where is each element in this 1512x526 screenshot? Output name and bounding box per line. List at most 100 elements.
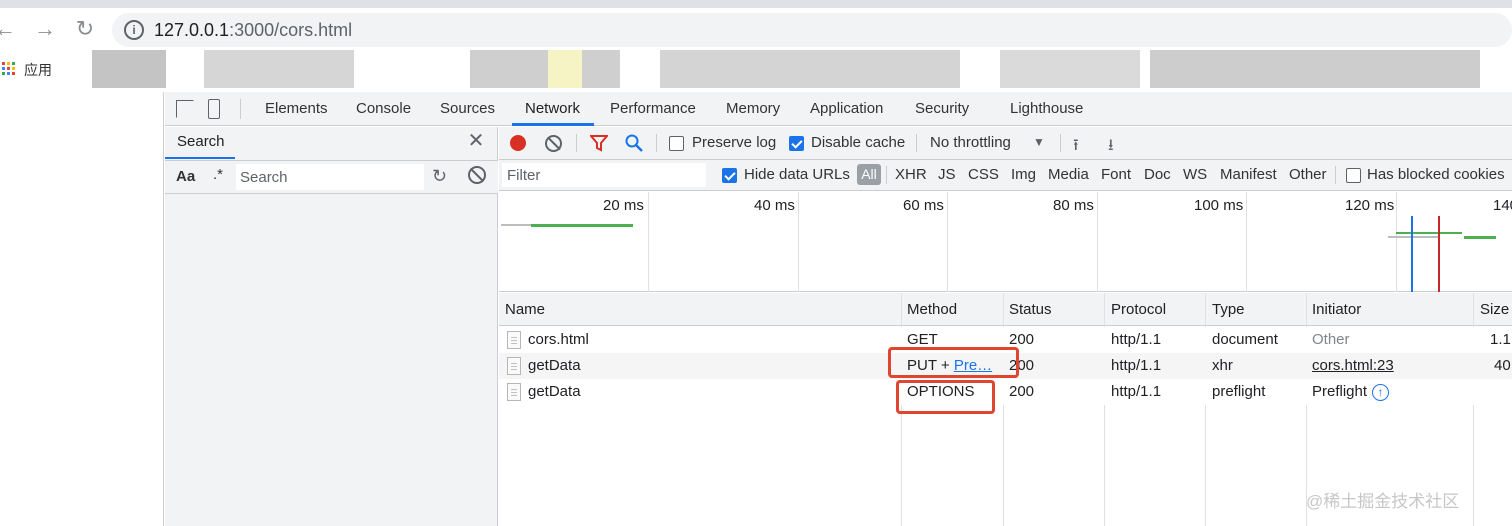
tab-console[interactable]: Console: [356, 92, 411, 126]
document-icon: [507, 383, 521, 401]
overview-gridline: [1097, 192, 1098, 292]
blurred-bookmark: [470, 50, 620, 88]
overview-tick-label: 120 ms: [1345, 197, 1395, 214]
column-header-initiator[interactable]: Initiator: [1312, 301, 1361, 318]
request-name[interactable]: cors.html: [528, 331, 589, 349]
forward-arrow-icon[interactable]: →: [34, 18, 56, 40]
overview-waiting-bar: [1388, 236, 1438, 238]
hide-data-urls-checkbox[interactable]: [722, 168, 737, 183]
request-status: 200: [1009, 383, 1035, 400]
blurred-bookmark: [660, 50, 960, 88]
overview-tick-label: 100 ms: [1194, 197, 1244, 214]
request-initiator[interactable]: cors.html:23: [1312, 357, 1394, 375]
request-type: preflight: [1212, 383, 1266, 400]
record-icon[interactable]: [510, 135, 526, 151]
filter-type-font[interactable]: Font: [1101, 166, 1131, 184]
blurred-bookmark: [1150, 50, 1480, 88]
column-header-method[interactable]: Method: [907, 301, 957, 318]
request-size: 40: [1494, 357, 1511, 374]
blocked-cookies-checkbox[interactable]: [1346, 168, 1361, 183]
filter-input[interactable]: [502, 163, 706, 187]
filter-type-manifest[interactable]: Manifest: [1220, 166, 1277, 184]
column-header-name[interactable]: Name: [505, 301, 545, 318]
inspect-element-icon[interactable]: [176, 100, 194, 118]
import-har-icon[interactable]: ⭱: [1073, 134, 1079, 161]
overview-waiting-bar: [501, 224, 531, 226]
refresh-icon[interactable]: ↻: [432, 166, 447, 187]
column-header-protocol[interactable]: Protocol: [1111, 301, 1166, 318]
filter-icon[interactable]: [590, 134, 608, 152]
tab-memory[interactable]: Memory: [726, 92, 780, 126]
toolbar-separator: [576, 134, 577, 152]
request-name[interactable]: getData: [528, 383, 581, 401]
tab-separator: [240, 99, 241, 119]
request-type: xhr: [1212, 357, 1233, 374]
filter-type-css[interactable]: CSS: [968, 166, 999, 184]
search-input[interactable]: [236, 164, 424, 190]
tab-application[interactable]: Application: [810, 92, 883, 126]
request-size: 1.1: [1490, 331, 1511, 348]
column-header-type[interactable]: Type: [1212, 301, 1245, 318]
preflight-jump-icon[interactable]: ↑: [1372, 384, 1389, 401]
hide-data-urls-label[interactable]: Hide data URLs: [744, 166, 850, 184]
tab-security[interactable]: Security: [915, 92, 969, 126]
device-toolbar-icon[interactable]: [208, 99, 220, 119]
filter-type-all[interactable]: All: [857, 164, 881, 185]
filter-type-xhr[interactable]: XHR: [895, 166, 927, 184]
overview-tick-label: 60 ms: [903, 197, 944, 214]
preserve-log-checkbox[interactable]: [669, 136, 684, 151]
blurred-bookmark: [548, 50, 582, 88]
watermark: @稀土掘金技术社区: [1306, 492, 1460, 511]
filter-type-img[interactable]: Img: [1011, 166, 1036, 184]
overview-gridline: [1396, 192, 1397, 292]
throttling-select[interactable]: No throttling: [930, 134, 1011, 152]
url-text[interactable]: 127.0.0.1:3000/cors.html: [154, 18, 352, 42]
window-top-strip: [0, 0, 1512, 8]
disable-cache-checkbox[interactable]: [789, 136, 804, 151]
clear-icon[interactable]: [468, 166, 486, 184]
preserve-log-label[interactable]: Preserve log: [692, 134, 776, 152]
export-har-icon[interactable]: ⭳: [1108, 134, 1114, 161]
overview-gridline: [648, 192, 649, 292]
tab-performance[interactable]: Performance: [610, 92, 696, 126]
blurred-bookmark: [204, 50, 354, 88]
overview-download-bar: [1464, 236, 1496, 239]
filter-type-media[interactable]: Media: [1048, 166, 1089, 184]
overview-tick-label: 40 ms: [754, 197, 795, 214]
overview-download-bar: [1396, 232, 1462, 234]
search-icon[interactable]: [624, 133, 644, 153]
document-icon: [507, 331, 521, 349]
filter-type-js[interactable]: JS: [938, 166, 956, 184]
blurred-bookmark: [92, 50, 166, 88]
tab-sources[interactable]: Sources: [440, 92, 495, 126]
close-icon[interactable]: ✕: [466, 131, 486, 151]
page-content-area: [0, 92, 164, 526]
tab-elements[interactable]: Elements: [265, 92, 328, 126]
regex-button[interactable]: .*: [213, 166, 223, 183]
request-protocol: http/1.1: [1111, 331, 1162, 348]
request-name[interactable]: getData: [528, 357, 581, 375]
filter-type-ws[interactable]: WS: [1183, 166, 1207, 184]
back-arrow-icon[interactable]: ←: [0, 18, 16, 40]
overview-tick-label: 20 ms: [603, 197, 644, 214]
filter-type-other[interactable]: Other: [1289, 166, 1327, 184]
site-info-icon[interactable]: i: [124, 20, 144, 40]
apps-grid-icon[interactable]: [2, 62, 15, 76]
tab-lighthouse[interactable]: Lighthouse: [1010, 92, 1083, 126]
request-protocol: http/1.1: [1111, 383, 1162, 400]
reload-icon[interactable]: ↻: [74, 18, 96, 40]
clear-log-icon[interactable]: [545, 135, 562, 152]
match-case-button[interactable]: Aa: [176, 168, 195, 185]
blocked-cookies-label[interactable]: Has blocked cookies: [1367, 166, 1505, 184]
column-header-status[interactable]: Status: [1009, 301, 1052, 318]
request-type: document: [1212, 331, 1278, 348]
overview-tick-label: 140: [1493, 197, 1512, 214]
apps-bookmark-label[interactable]: 应用: [24, 60, 52, 80]
filter-type-doc[interactable]: Doc: [1144, 166, 1171, 184]
column-header-size[interactable]: Size: [1480, 301, 1509, 318]
chevron-down-icon[interactable]: ▼: [1033, 135, 1045, 149]
search-panel-title[interactable]: Search: [177, 133, 225, 150]
overview-gridline: [1246, 192, 1247, 292]
disable-cache-label[interactable]: Disable cache: [811, 134, 905, 152]
tab-network[interactable]: Network: [525, 92, 580, 126]
